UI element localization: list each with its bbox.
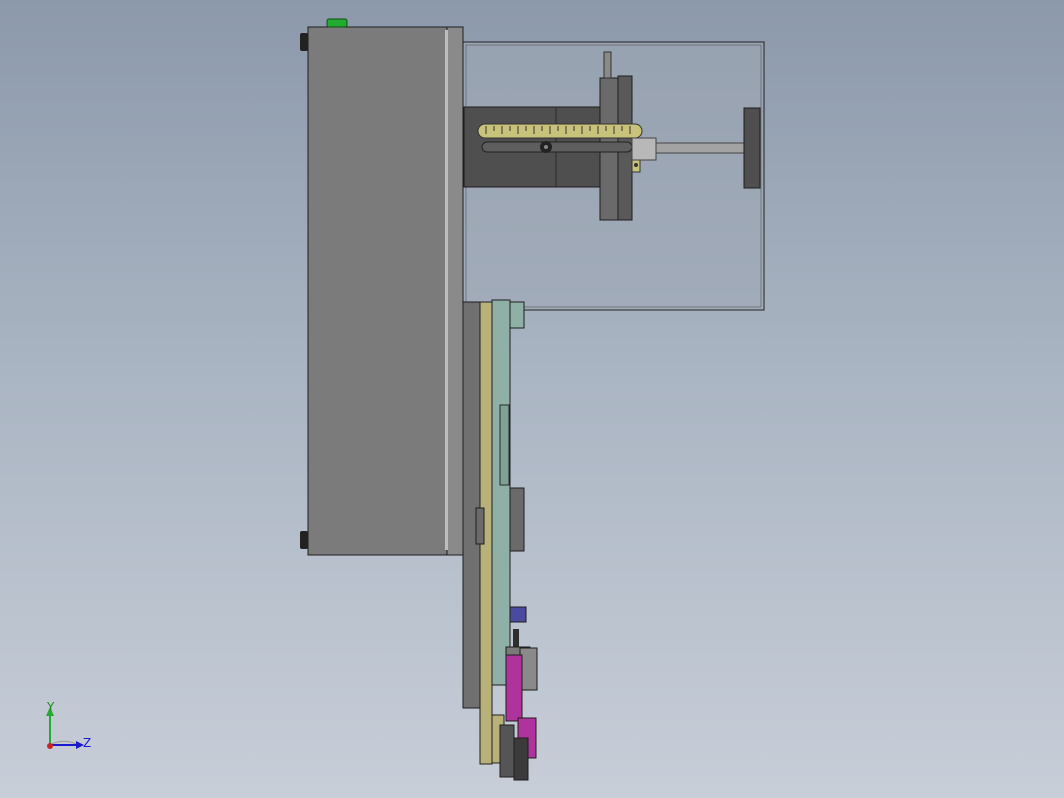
triad-y-label: Y [46,700,55,714]
cad-viewport[interactable]: Y Z [0,0,1064,798]
vertical-plate-gray[interactable] [462,301,481,709]
triad-z-label: Z [83,736,91,750]
main-housing[interactable] [300,26,464,556]
blue-bracket[interactable] [509,606,527,623]
scale-ruler [477,123,643,139]
slot-guide [481,141,633,153]
cad-model-view: Y Z [46,18,765,781]
green-indicator-icon[interactable] [326,18,348,28]
